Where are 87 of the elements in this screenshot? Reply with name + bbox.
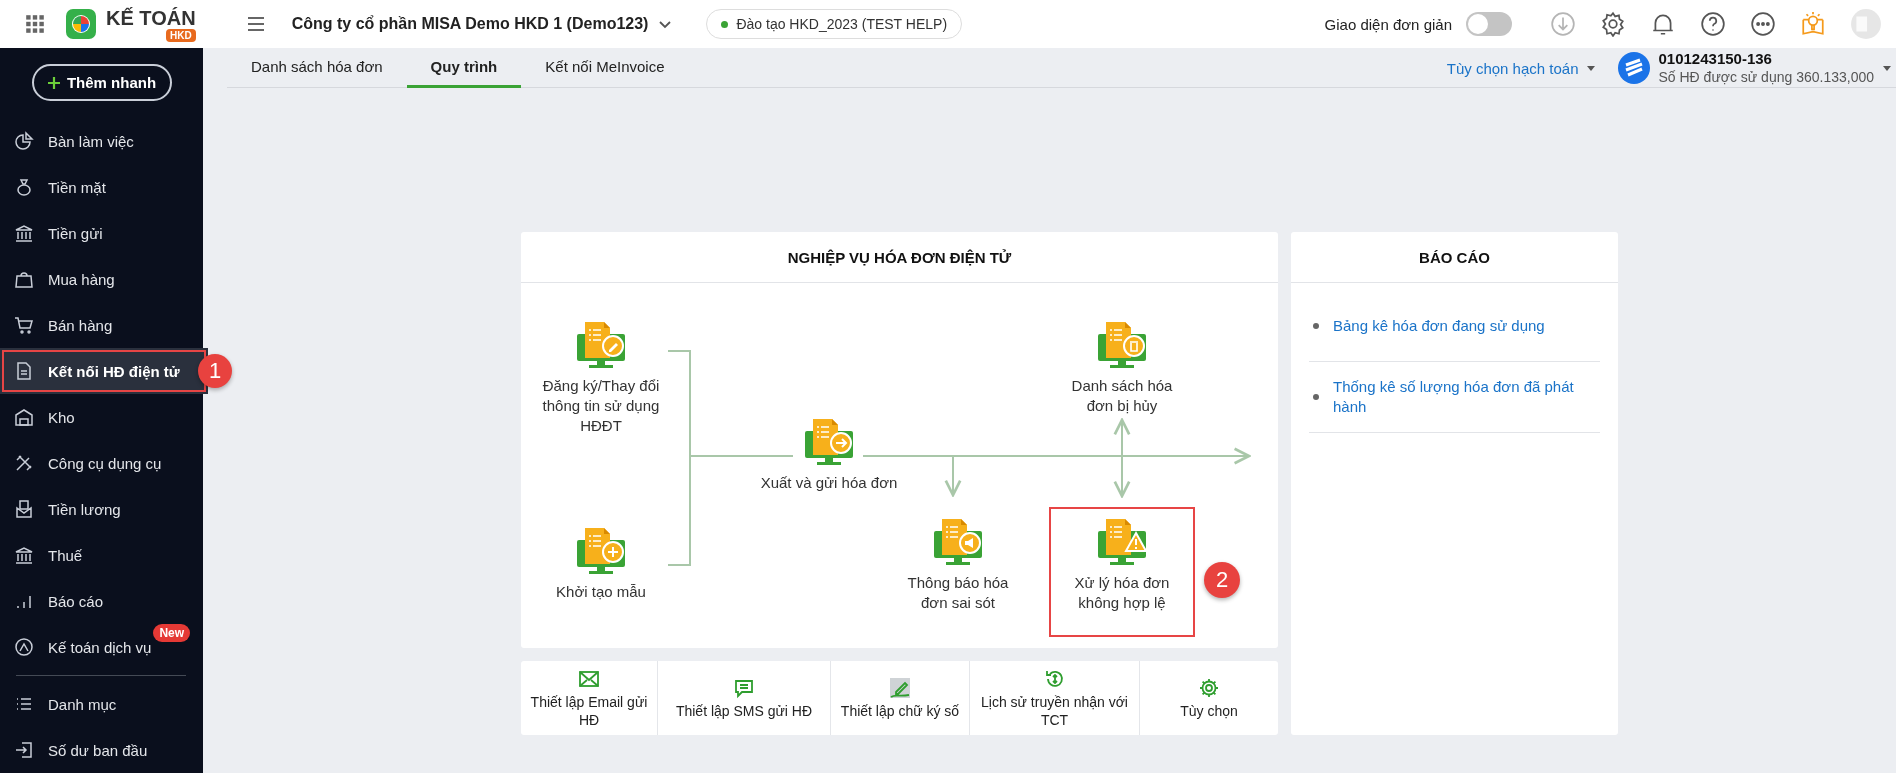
invoice-usage-text: Số HĐ được sử dụng 360.133,000 — [1658, 68, 1874, 87]
sidebar-item[interactable]: Mua hàng — [0, 256, 203, 302]
invoice-monitor-icon — [575, 320, 627, 370]
logo-badge: HKD — [165, 28, 196, 42]
sidebar-item[interactable]: Báo cáo — [0, 578, 203, 624]
accounting-options-link[interactable]: Tùy chọn hạch toán — [1446, 59, 1579, 77]
warehouse-icon — [14, 407, 34, 427]
logo-text: KẾ TOÁN — [106, 6, 196, 29]
sidebar-item[interactable]: Kết nối HĐ điện tử — [0, 348, 208, 394]
document-icon — [14, 361, 34, 381]
down-arrow — [944, 455, 962, 497]
sidebar-item[interactable]: Bán hàng — [0, 302, 203, 348]
tool-button[interactable]: Thiết lập chữ ký số — [831, 661, 970, 735]
bullet-icon — [1313, 323, 1319, 329]
caret-icon[interactable] — [1882, 63, 1892, 73]
sidebar-item[interactable]: Số dư ban đầu — [0, 727, 203, 773]
node-label: Đăng ký/Thay đổi thông tin sử dụng HĐĐT — [541, 376, 661, 436]
caret-icon[interactable] — [1586, 63, 1597, 73]
sidebar-item[interactable]: Thuế — [0, 532, 203, 578]
workflow-node[interactable]: Khởi tạo mẫu — [526, 526, 676, 602]
circle-logo-icon — [14, 637, 34, 657]
bank-icon — [14, 545, 34, 565]
tools-icon — [14, 453, 34, 473]
invoice-monitor-icon — [803, 417, 855, 467]
app-logo-icon — [66, 9, 96, 39]
simple-mode-toggle[interactable] — [1466, 12, 1512, 36]
invoice-monitor-icon — [575, 526, 627, 576]
settings-icon[interactable] — [1600, 11, 1626, 37]
plus-icon — [46, 75, 61, 90]
bank-icon — [14, 223, 34, 243]
tool-button[interactable]: Lịch sử truyền nhận với TCT — [970, 661, 1140, 735]
settings-icon — [1198, 676, 1220, 699]
tool-label: Tùy chọn — [1180, 701, 1238, 720]
help-icon[interactable] — [1700, 11, 1726, 37]
pie-chart-icon — [14, 131, 34, 151]
tab[interactable]: Kết nối MeInvoice — [521, 48, 689, 88]
sidebar-item[interactable]: Kho — [0, 394, 203, 440]
tool-label: Thiết lập SMS gửi HĐ — [675, 701, 813, 720]
shopping-bag-icon — [14, 269, 34, 289]
cart-icon — [14, 315, 34, 335]
menu-icon[interactable] — [245, 14, 266, 34]
step-badge: 2 — [1204, 562, 1240, 598]
workflow-node[interactable]: Danh sách hóa đơn bị hủy — [1063, 320, 1181, 416]
node-label: Danh sách hóa đơn bị hủy — [1070, 376, 1174, 416]
sidebar-item[interactable]: Tiền mặt — [0, 164, 203, 210]
card-title: NGHIỆP VỤ HÓA ĐƠN ĐIỆN TỬ — [521, 232, 1278, 283]
node-label: Thông báo hóa đơn sai sót — [906, 573, 1010, 613]
tool-button[interactable]: Thiết lập Email gửi HĐ — [521, 661, 658, 735]
tool-label: Thiết lập chữ ký số — [840, 701, 960, 720]
node-label: Khởi tạo mẫu — [556, 582, 646, 602]
report-link[interactable]: Thống kê số lượng hóa đơn đã phát hành — [1333, 377, 1600, 417]
tab[interactable]: Quy trình — [406, 48, 522, 88]
workflow-node[interactable]: Xuất và gửi hóa đơn — [719, 417, 939, 493]
tax-code: 0101243150-136 — [1658, 49, 1773, 68]
tab[interactable]: Danh sách hóa đơn — [227, 48, 407, 88]
workflow-node[interactable]: Thông báo hóa đơn sai sót — [893, 517, 1023, 613]
simple-mode-label: Giao diện đơn giản — [1324, 15, 1452, 33]
sidebar-item[interactable]: Tiền lương — [0, 486, 203, 532]
tool-label: Lịch sử truyền nhận với TCT — [980, 692, 1129, 729]
node-label: Xử lý hóa đơn không hợp lệ — [1073, 573, 1171, 613]
sidebar-item[interactable]: Công cụ dụng cụ — [0, 440, 203, 486]
pen-icon — [889, 676, 911, 699]
wave-logo-icon — [1618, 52, 1651, 84]
invoice-monitor-icon — [932, 517, 984, 567]
sidebar-item[interactable]: Bàn làm việc — [0, 118, 203, 164]
tool-button[interactable]: Tùy chọn — [1140, 661, 1278, 735]
more-icon[interactable] — [1750, 11, 1776, 37]
new-badge: New — [153, 624, 191, 642]
sidebar-item[interactable]: Kế toán dịch vụ — [0, 624, 152, 670]
invoice-monitor-icon — [1096, 517, 1148, 567]
tool-label: Thiết lập Email gửi HĐ — [529, 692, 649, 729]
invoice-monitor-icon — [1096, 320, 1148, 370]
company-name[interactable]: Công ty cổ phần MISA Demo HKD 1 (Demo123) — [291, 15, 649, 33]
report-link[interactable]: Bảng kê hóa đơn đang sử dụng — [1333, 316, 1545, 336]
money-bag-icon — [14, 177, 34, 197]
quick-add-button[interactable]: Thêm nhanh — [31, 64, 172, 101]
sidebar-item[interactable]: Tiền gửi — [0, 210, 203, 256]
sidebar-item[interactable]: Danh mục — [0, 681, 203, 727]
workflow-node[interactable]: Đăng ký/Thay đổi thông tin sử dụng HĐĐT — [537, 320, 665, 436]
payroll-icon — [14, 499, 34, 519]
workflow-node[interactable]: Xử lý hóa đơn không hợp lệ — [1057, 517, 1187, 613]
node-label: Xuất và gửi hóa đơn — [760, 473, 898, 493]
card-title: BÁO CÁO — [1291, 232, 1618, 283]
bullet-icon — [1313, 394, 1319, 400]
import-icon — [14, 740, 34, 760]
tool-button[interactable]: Thiết lập SMS gửi HĐ — [658, 661, 831, 735]
app-grid-icon[interactable] — [24, 13, 46, 35]
